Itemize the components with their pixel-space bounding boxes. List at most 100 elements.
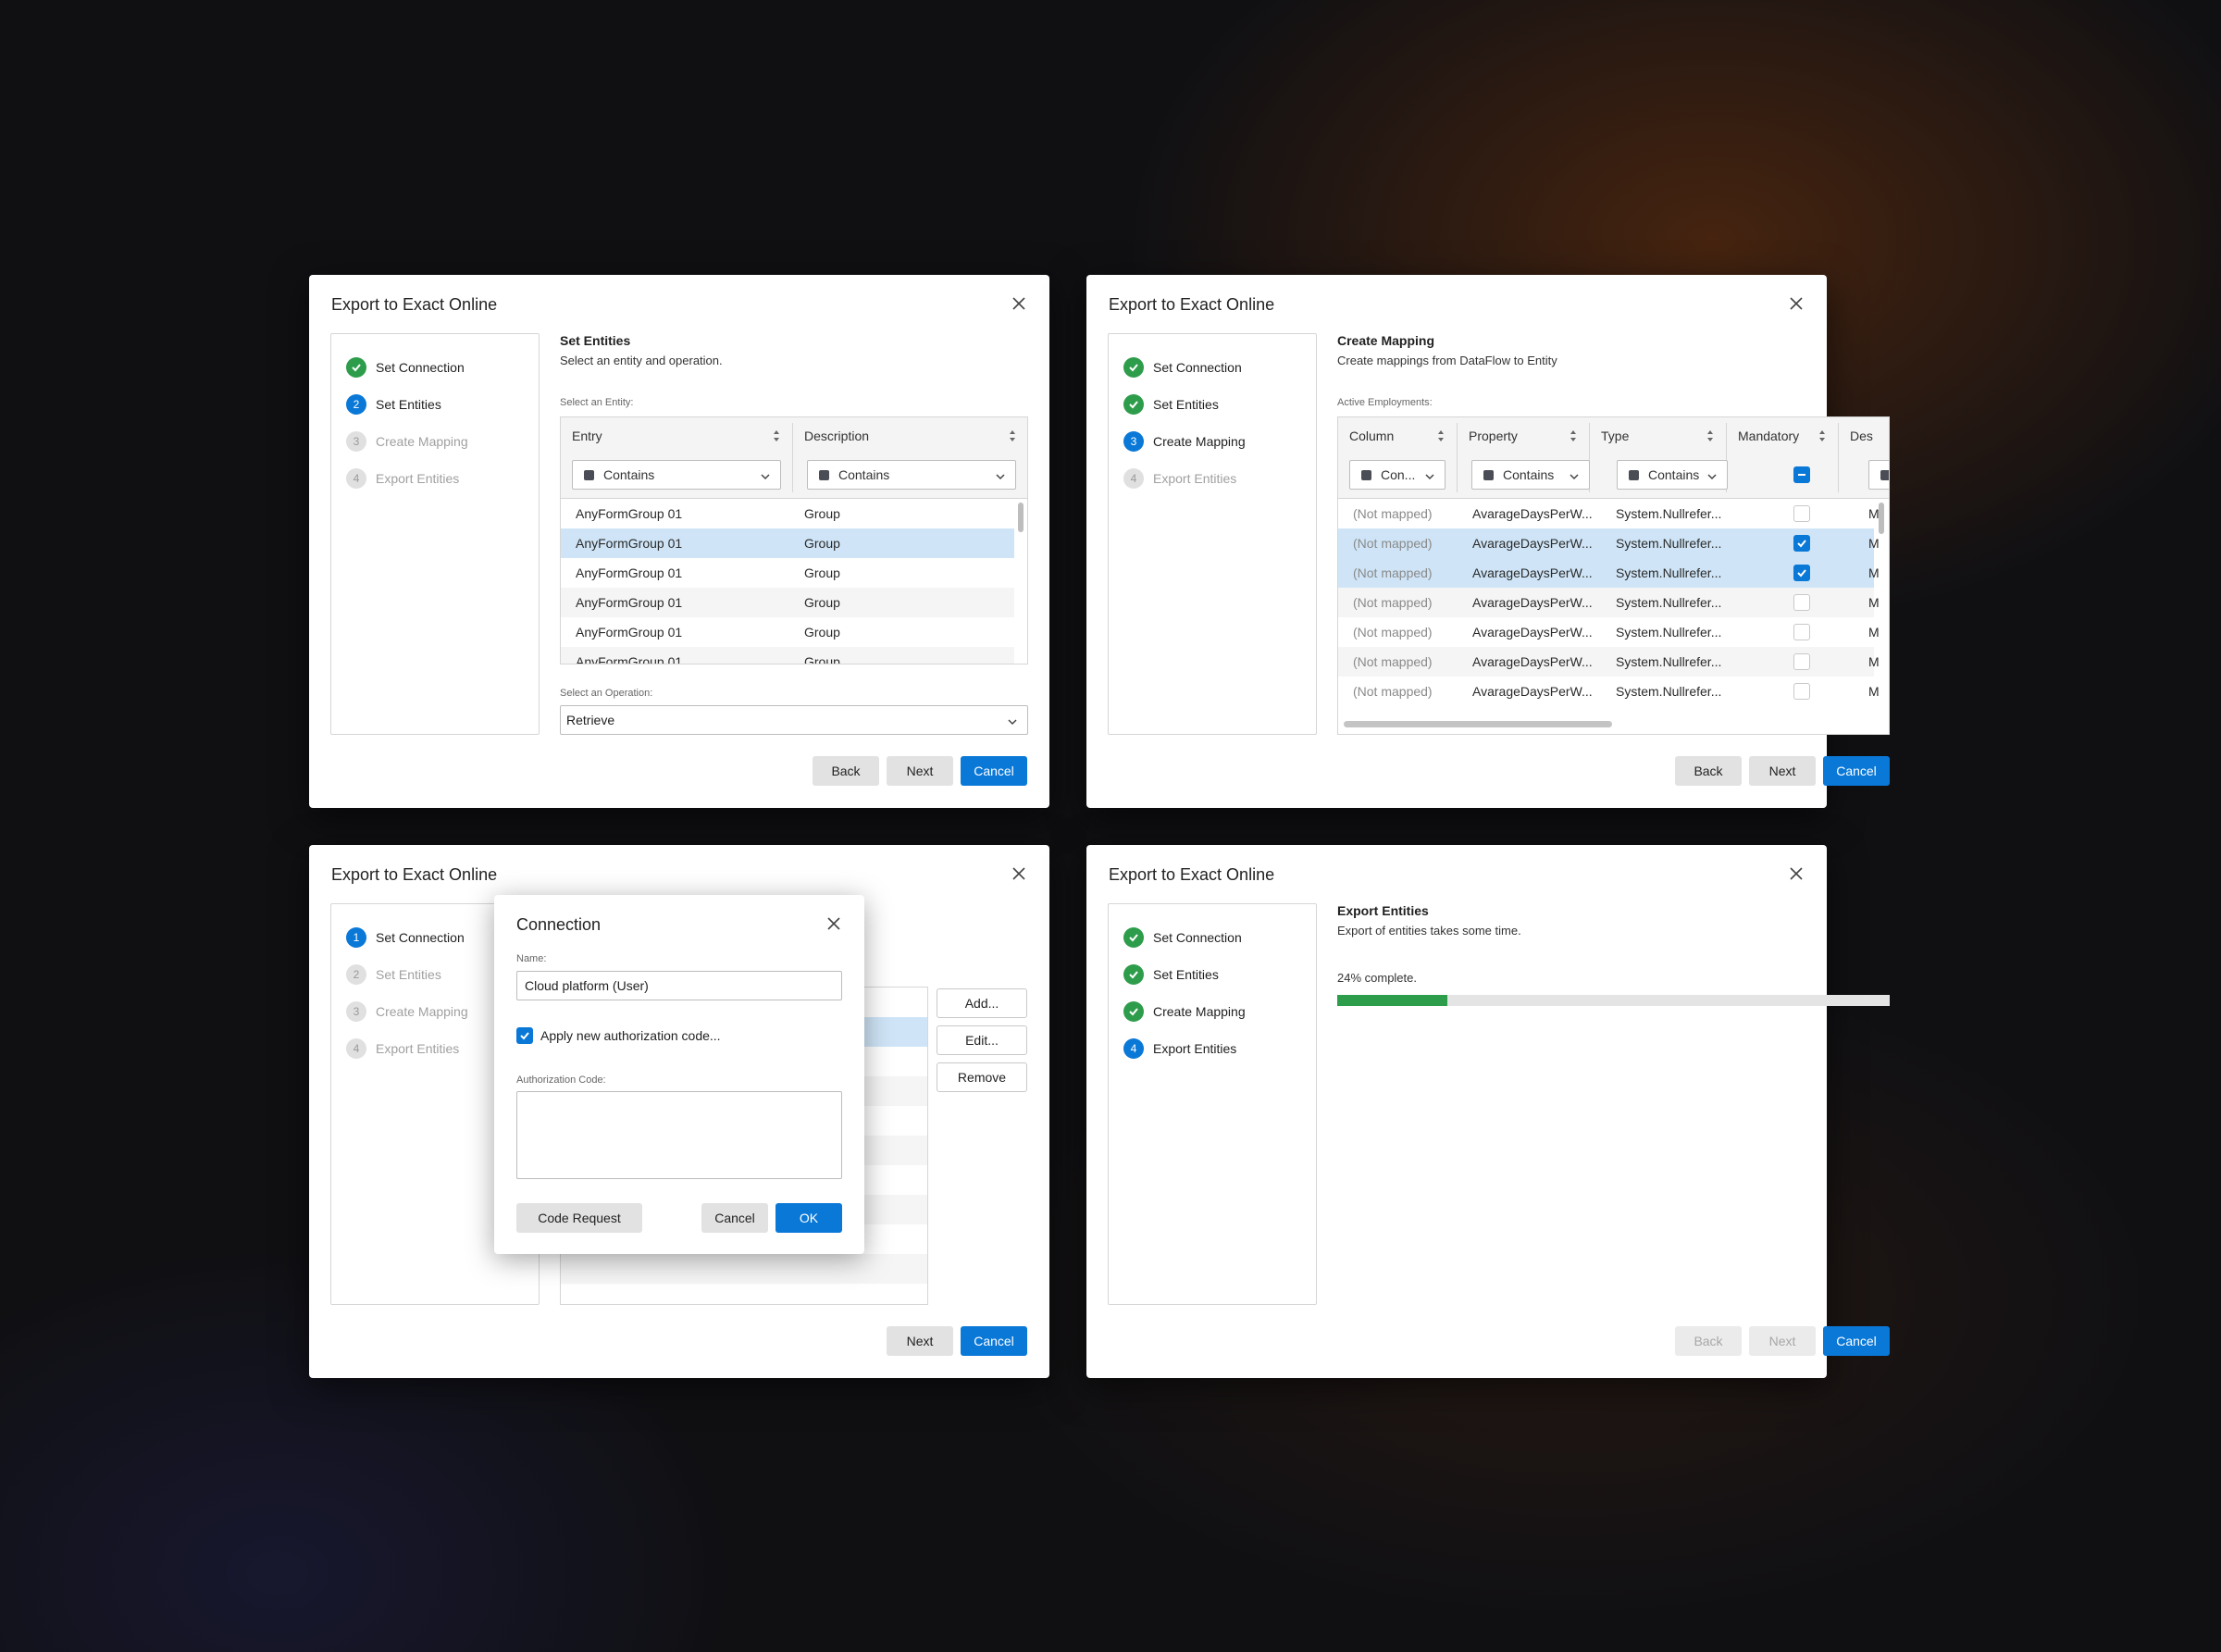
table-row[interactable]: AnyFormGroup 01 Group bbox=[561, 499, 1014, 528]
back-button[interactable]: Back bbox=[813, 756, 879, 786]
table-row[interactable]: (Not mapped) AvarageDaysPerW... System.Nul… bbox=[1338, 499, 1880, 528]
select-all-checkbox[interactable] bbox=[1793, 466, 1810, 485]
next-button[interactable]: Next bbox=[1749, 756, 1816, 786]
table-row[interactable]: AnyFormGroup 01 Group bbox=[561, 558, 1014, 588]
step-set-connection: Set Connection bbox=[1109, 919, 1316, 956]
column-header-type[interactable]: Type bbox=[1590, 417, 1726, 454]
export-dialog-set-entities: Export to Exact Online Set Connection 2 Se… bbox=[309, 275, 1049, 808]
code-request-button[interactable]: Code Request bbox=[516, 1203, 642, 1233]
column-header-column[interactable]: Column bbox=[1338, 417, 1457, 454]
step-number-icon: 4 bbox=[346, 1038, 366, 1059]
cancel-button[interactable]: Cancel bbox=[961, 756, 1027, 786]
vertical-scrollbar[interactable] bbox=[1018, 503, 1024, 532]
horizontal-scrollbar[interactable] bbox=[1344, 721, 1612, 727]
column-header-property[interactable]: Property bbox=[1458, 417, 1589, 454]
close-icon[interactable] bbox=[1011, 295, 1027, 312]
property-cell: AvarageDaysPerW... bbox=[1472, 595, 1593, 610]
add-connection-button[interactable]: Add... bbox=[937, 988, 1027, 1018]
next-button[interactable]: Next bbox=[887, 1326, 953, 1356]
close-icon[interactable] bbox=[825, 915, 842, 932]
filter-type-icon bbox=[1483, 469, 1494, 480]
back-button[interactable]: Back bbox=[1675, 756, 1742, 786]
step-set-connection: Set Connection bbox=[1109, 349, 1316, 386]
entry-filter-select[interactable]: Contains bbox=[572, 460, 781, 490]
operation-select[interactable]: Retrieve bbox=[560, 705, 1028, 735]
sort-icon[interactable] bbox=[1706, 429, 1715, 446]
property-filter-select[interactable]: Contains bbox=[1471, 460, 1590, 490]
column-header-mandatory[interactable]: Mandatory bbox=[1727, 417, 1838, 454]
property-cell: AvarageDaysPerW... bbox=[1472, 684, 1593, 699]
mandatory-checkbox[interactable] bbox=[1793, 594, 1810, 611]
table-row[interactable]: (Not mapped) AvarageDaysPerW... System.Nul… bbox=[1338, 647, 1880, 677]
checkbox-checked-icon bbox=[516, 1027, 533, 1044]
mandatory-checkbox[interactable] bbox=[1793, 624, 1810, 640]
table-row[interactable]: AnyFormGroup 01 Group bbox=[561, 617, 1014, 647]
connection-name-input[interactable]: Cloud platform (User) bbox=[516, 971, 842, 1000]
sort-icon[interactable] bbox=[772, 429, 781, 446]
mandatory-checkbox[interactable] bbox=[1793, 565, 1810, 581]
edit-connection-button[interactable]: Edit... bbox=[937, 1025, 1027, 1055]
table-row[interactable]: (Not mapped) AvarageDaysPerW... System.Nul… bbox=[1338, 558, 1880, 588]
sort-icon[interactable] bbox=[1569, 429, 1578, 446]
step-create-mapping: 3 Create Mapping bbox=[331, 423, 539, 460]
check-icon bbox=[1123, 394, 1144, 415]
check-icon bbox=[1123, 927, 1144, 948]
description-cell: M bbox=[1868, 536, 1880, 551]
back-button[interactable]: Back bbox=[1675, 1326, 1742, 1356]
mandatory-checkbox[interactable] bbox=[1793, 535, 1810, 552]
grid-label: Active Employments: bbox=[1337, 397, 1433, 408]
table-row[interactable]: AnyFormGroup 01 Group bbox=[561, 588, 1014, 617]
column-header-description[interactable]: Description bbox=[793, 417, 1027, 454]
step-export-entities: 4 Export Entities bbox=[1109, 1030, 1316, 1067]
table-row[interactable]: (Not mapped) AvarageDaysPerW... System.Nul… bbox=[1338, 528, 1880, 558]
close-icon[interactable] bbox=[1788, 865, 1805, 882]
mandatory-checkbox[interactable] bbox=[1793, 505, 1810, 522]
dialog-title: Export to Exact Online bbox=[331, 865, 498, 884]
table-row[interactable]: (Not mapped) AvarageDaysPerW... System.Nul… bbox=[1338, 588, 1880, 617]
chevron-down-icon bbox=[760, 470, 771, 485]
property-cell: AvarageDaysPerW... bbox=[1472, 625, 1593, 640]
mandatory-checkbox[interactable] bbox=[1793, 683, 1810, 700]
column-header-entry[interactable]: Entry bbox=[561, 417, 792, 454]
sort-icon[interactable] bbox=[1818, 429, 1827, 446]
step-number-icon: 4 bbox=[1123, 1038, 1144, 1059]
popup-cancel-button[interactable]: Cancel bbox=[701, 1203, 768, 1233]
description-cell: Group bbox=[804, 595, 840, 610]
column-filter-select[interactable]: Con... bbox=[1349, 460, 1446, 490]
step-label: Set Connection bbox=[376, 360, 465, 375]
table-row[interactable]: AnyFormGroup 01 Group bbox=[561, 528, 1014, 558]
next-button[interactable]: Next bbox=[1749, 1326, 1816, 1356]
table-row[interactable]: (Not mapped) AvarageDaysPerW... System.Nul… bbox=[1338, 677, 1880, 706]
step-create-mapping: Create Mapping bbox=[1109, 993, 1316, 1030]
type-filter-select[interactable]: Contains bbox=[1617, 460, 1728, 490]
description-filter-select[interactable] bbox=[1868, 460, 1889, 490]
step-label: Set Connection bbox=[1153, 930, 1242, 945]
filter-type-icon bbox=[584, 469, 594, 480]
column-header-description[interactable]: Des bbox=[1839, 417, 1889, 454]
column-cell: (Not mapped) bbox=[1353, 506, 1433, 521]
auth-code-textarea[interactable] bbox=[516, 1091, 842, 1179]
sort-icon[interactable] bbox=[1008, 429, 1017, 446]
ok-button[interactable]: OK bbox=[775, 1203, 842, 1233]
list-item[interactable] bbox=[561, 1254, 927, 1284]
entry-cell: AnyFormGroup 01 bbox=[576, 654, 683, 665]
next-button[interactable]: Next bbox=[887, 756, 953, 786]
close-icon[interactable] bbox=[1788, 295, 1805, 312]
description-cell: M bbox=[1868, 654, 1880, 669]
sort-icon[interactable] bbox=[1436, 429, 1446, 446]
cancel-button[interactable]: Cancel bbox=[961, 1326, 1027, 1356]
cancel-button[interactable]: Cancel bbox=[1823, 756, 1890, 786]
vertical-scrollbar[interactable] bbox=[1879, 503, 1884, 534]
close-icon[interactable] bbox=[1011, 865, 1027, 882]
cancel-button[interactable]: Cancel bbox=[1823, 1326, 1890, 1356]
apply-auth-code-checkbox[interactable]: Apply new authorization code... bbox=[516, 1027, 721, 1044]
table-row[interactable]: (Not mapped) AvarageDaysPerW... System.Nul… bbox=[1338, 617, 1880, 647]
description-filter-select[interactable]: Contains bbox=[807, 460, 1016, 490]
table-row[interactable]: AnyFormGroup 01 Group bbox=[561, 647, 1014, 665]
step-number-icon: 2 bbox=[346, 394, 366, 415]
remove-connection-button[interactable]: Remove bbox=[937, 1062, 1027, 1092]
mandatory-checkbox[interactable] bbox=[1793, 653, 1810, 670]
popup-title: Connection bbox=[516, 915, 602, 934]
step-set-entities: 2 Set Entities bbox=[331, 386, 539, 423]
mapping-grid: Column Property Type Mandatory Des Con..… bbox=[1337, 416, 1890, 735]
